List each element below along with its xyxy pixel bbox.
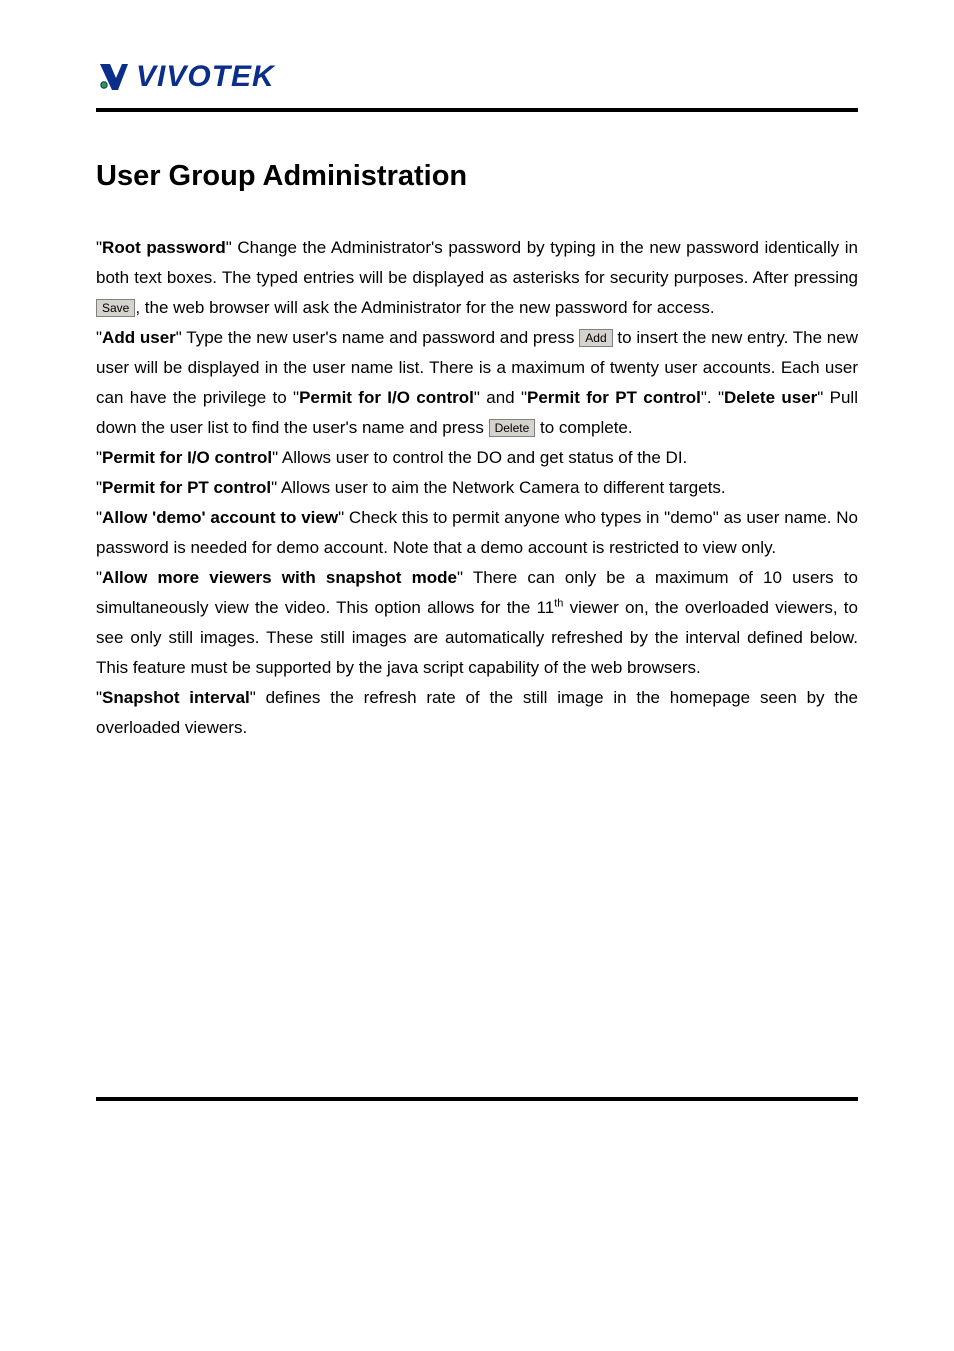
term-allow-demo: Allow 'demo' account to view (102, 508, 338, 527)
page-title: User Group Administration (96, 160, 858, 193)
logo: VIVOTEK (96, 60, 858, 94)
header-divider (96, 108, 858, 112)
footer-divider (96, 1097, 858, 1101)
paragraph-allow-more: "Allow more viewers with snapshot mode" … (96, 563, 858, 683)
text-au-4: ". " (701, 388, 724, 407)
text-permit-pt: " Allows user to aim the Network Camera … (271, 478, 726, 497)
paragraph-permit-pt: "Permit for PT control" Allows user to a… (96, 473, 858, 503)
term-delete-user: Delete user (724, 388, 817, 407)
save-button-chip: Save (96, 299, 135, 317)
term-allow-more: Allow more viewers with snapshot mode (102, 568, 457, 587)
add-button-chip: Add (579, 329, 612, 347)
text-rp-2: , the web browser will ask the Administr… (135, 298, 714, 317)
vivotek-mark-icon (96, 60, 130, 94)
term-root-password: Root password (102, 238, 226, 257)
delete-button-chip: Delete (489, 419, 536, 437)
document-page: VIVOTEK User Group Administration "Root … (0, 0, 954, 1351)
paragraph-add-user: "Add user" Type the new user's name and … (96, 323, 858, 443)
text-au-3: " and " (474, 388, 527, 407)
paragraph-snapshot: "Snapshot interval" defines the refresh … (96, 683, 858, 743)
text-du-2: to complete. (535, 418, 632, 437)
term-permit-io: Permit for I/O control (102, 448, 272, 467)
term-permit-pt-inline: Permit for PT control (527, 388, 701, 407)
term-add-user: Add user (102, 328, 176, 347)
paragraph-permit-io: "Permit for I/O control" Allows user to … (96, 443, 858, 473)
term-permit-io-inline: Permit for I/O control (299, 388, 474, 407)
paragraph-allow-demo: "Allow 'demo' account to view" Check thi… (96, 503, 858, 563)
text-permit-io: " Allows user to control the DO and get … (272, 448, 687, 467)
logo-text: VIVOTEK (136, 60, 275, 94)
term-permit-pt: Permit for PT control (102, 478, 271, 497)
term-snapshot-interval: Snapshot interval (102, 688, 250, 707)
paragraph-root-password: "Root password" Change the Administrator… (96, 233, 858, 323)
body-text: "Root password" Change the Administrator… (96, 233, 858, 743)
text-au-1: " Type the new user's name and password … (176, 328, 579, 347)
